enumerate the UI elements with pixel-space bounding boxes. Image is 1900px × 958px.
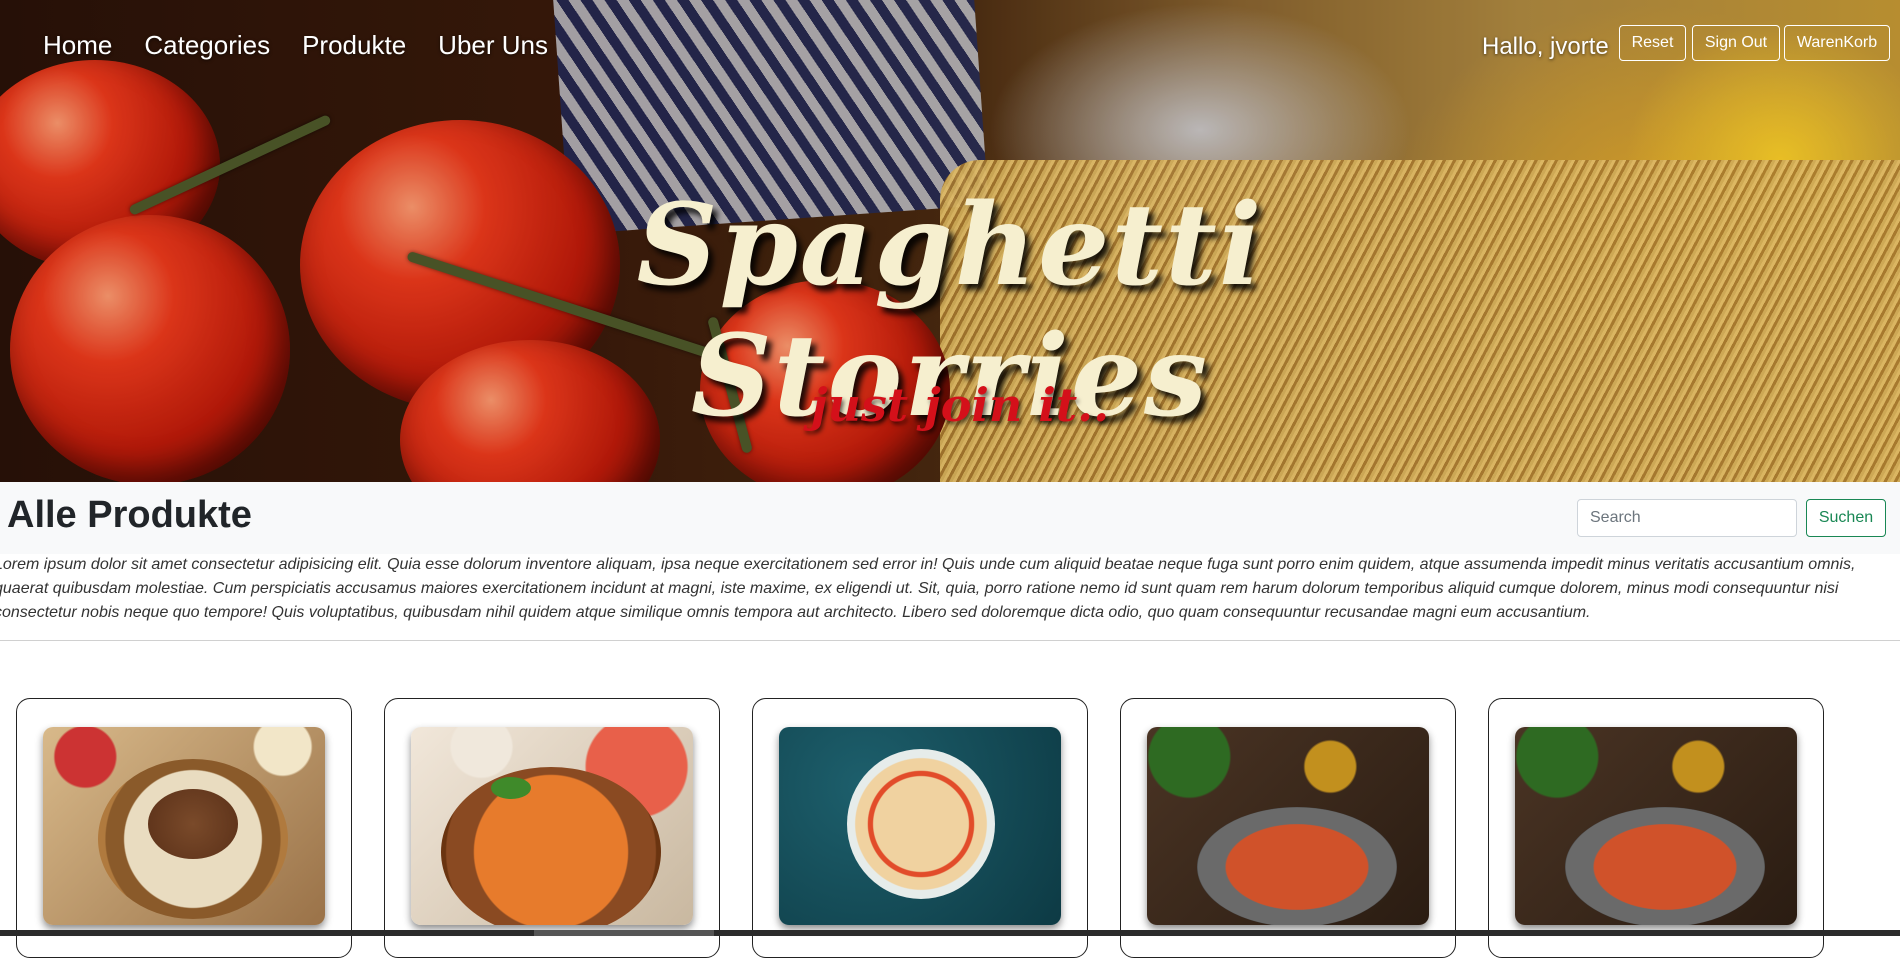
sign-out-button[interactable]: Sign Out [1692,25,1780,61]
bowl [441,767,661,925]
basil-leaf [491,777,531,799]
nav-home-link[interactable]: Home [43,30,112,61]
hero-banner: Home Categories Produkte Uber Uns Hallo,… [0,0,1900,482]
search-input[interactable] [1577,499,1797,537]
hero-subtitle: just join it.. [810,378,1110,432]
intro-text: Lorem ipsum dolor sit amet consectetur a… [0,556,1856,621]
reset-button[interactable]: Reset [1619,25,1686,61]
nav-produkte-link[interactable]: Produkte [302,30,406,61]
product-card[interactable] [1488,698,1824,958]
plate [1197,807,1397,925]
product-image[interactable] [411,727,693,925]
product-card[interactable] [384,698,720,958]
products-toolbar: Alle Produkte Suchen [0,482,1900,554]
horizontal-scrollbar[interactable] [0,930,1900,936]
product-image[interactable] [1515,727,1797,925]
product-image[interactable] [1147,727,1429,925]
search-button[interactable]: Suchen [1806,499,1886,537]
nav-categories-link[interactable]: Categories [144,30,270,61]
product-card[interactable] [16,698,352,958]
main-nav: Home Categories Produkte Uber Uns [43,30,548,61]
plate [1565,807,1765,925]
scrollbar-thumb[interactable] [534,930,714,936]
product-card[interactable] [752,698,1088,958]
page-title: Alle Produkte [7,494,252,536]
product-image[interactable] [779,727,1061,925]
bolognese-sauce [148,789,238,859]
product-image[interactable] [43,727,325,925]
product-card[interactable] [1120,698,1456,958]
nav-uber-uns-link[interactable]: Uber Uns [438,30,548,61]
cart-button[interactable]: WarenKorb [1784,25,1890,61]
section-divider [0,640,1900,641]
user-greeting: Hallo, jvorte [1482,33,1609,60]
bowl [847,749,995,899]
